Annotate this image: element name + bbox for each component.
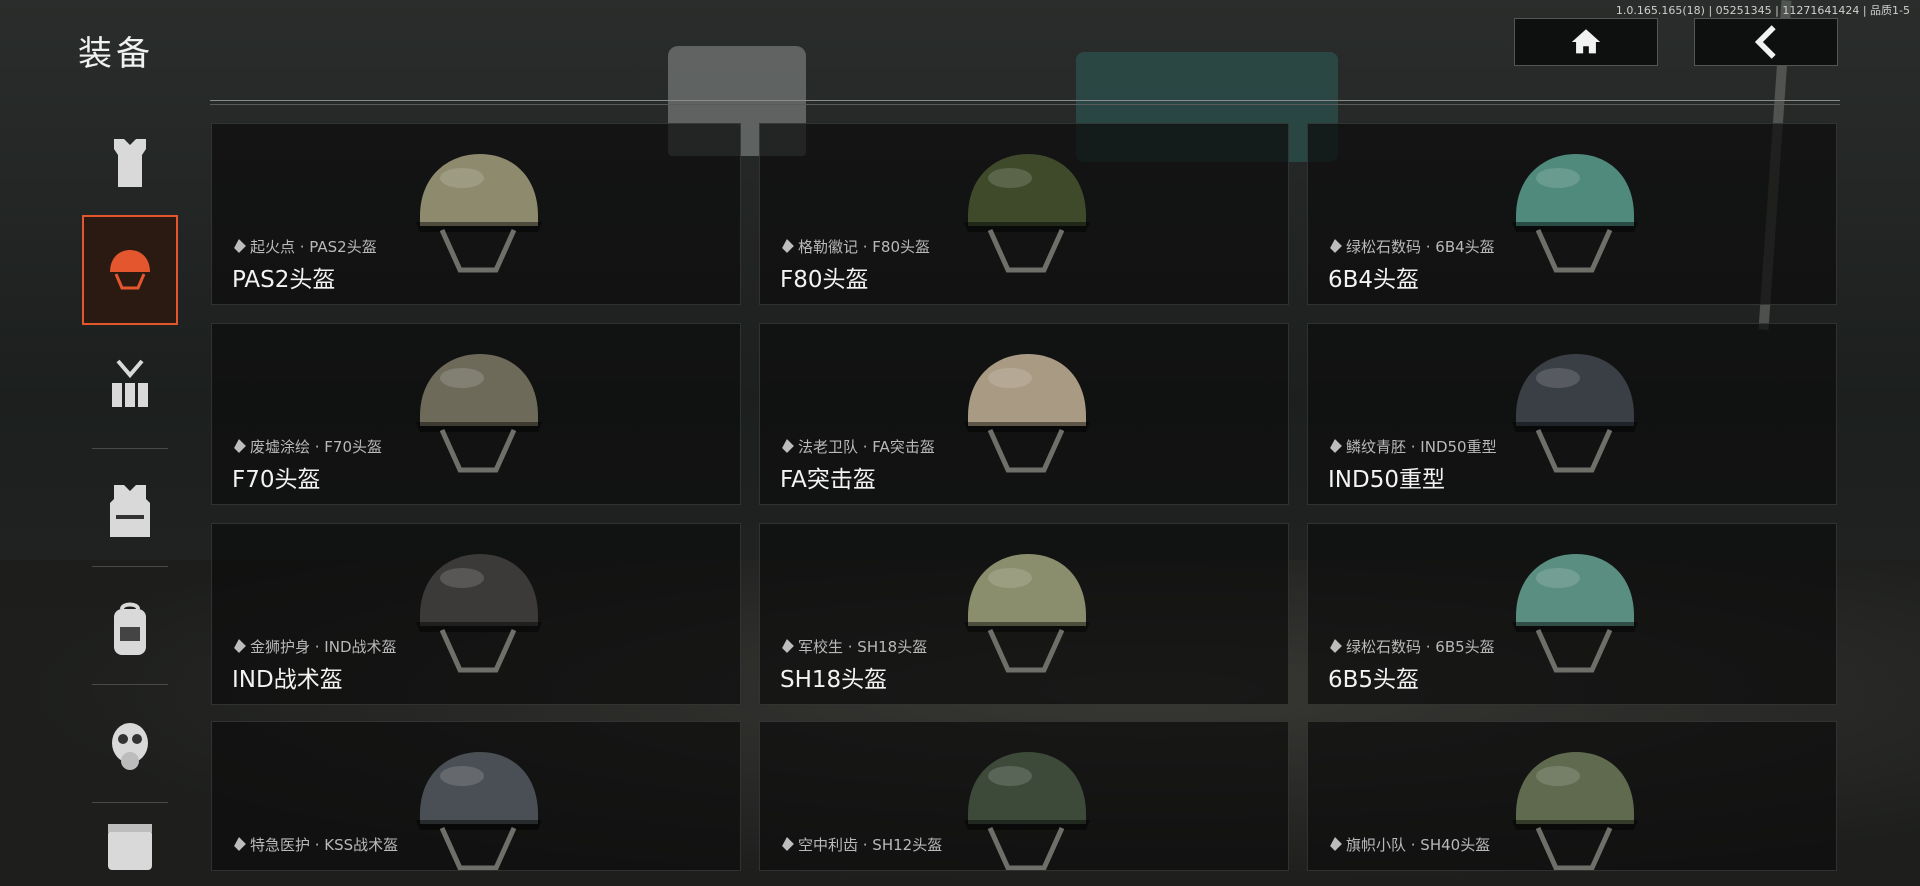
item-skin-label: 法老卫队 · FA突击盔 [782, 436, 935, 457]
tag-icon [1328, 439, 1342, 453]
helmet-image [1512, 752, 1638, 870]
sidebar-item-backpack[interactable] [82, 574, 178, 684]
sidebar-item-chest-rig[interactable] [82, 332, 178, 442]
item-name: F80头盔 [780, 267, 869, 293]
sidebar-item-helmet[interactable] [82, 215, 178, 325]
sidebar-divider [92, 448, 168, 449]
helmet-image [1512, 354, 1638, 473]
item-skin-label: 军校生 · SH18头盔 [782, 636, 927, 657]
item-skin-label: 绿松石数码 · 6B4头盔 [1330, 236, 1495, 257]
sidebar-divider [92, 802, 168, 803]
item-skin-text: 格勒徽记 · F80头盔 [798, 238, 931, 256]
tag-icon [780, 837, 794, 851]
sidebar-item-tactical-vest[interactable] [82, 456, 178, 566]
item-skin-label: 绿松石数码 · 6B5头盔 [1330, 636, 1495, 657]
item-card[interactable]: 特急医护 · KSS战术盔 [211, 721, 741, 871]
item-skin-label: 废墟涂绘 · F70头盔 [234, 436, 382, 457]
tag-icon [780, 439, 794, 453]
item-skin-label: 特急医护 · KSS战术盔 [234, 834, 398, 855]
item-skin-text: 特急医护 · KSS战术盔 [250, 836, 399, 854]
item-card[interactable]: 绿松石数码 · 6B4头盔 6B4头盔 [1307, 123, 1837, 305]
item-skin-text: 军校生 · SH18头盔 [798, 638, 928, 656]
item-skin-label: 格勒徽记 · F80头盔 [782, 236, 930, 257]
helmet-image [964, 554, 1090, 673]
item-skin-text: 法老卫队 · FA突击盔 [798, 438, 935, 456]
helmet-image [1512, 154, 1638, 273]
item-card[interactable]: 起火点 · PAS2头盔 PAS2头盔 [211, 123, 741, 305]
item-name: FA突击盔 [780, 467, 876, 493]
helmet-image [1512, 554, 1638, 673]
chevron-left-icon [1754, 25, 1776, 59]
helmet-image [416, 554, 542, 673]
item-skin-label: 旗帜小队 · SH40头盔 [1330, 834, 1490, 855]
tag-icon [1328, 837, 1342, 851]
helmet-image [964, 354, 1090, 473]
chest-rig-icon [112, 359, 148, 407]
item-skin-text: 空中利齿 · SH12头盔 [798, 836, 943, 854]
item-name: 6B5头盔 [1328, 667, 1420, 693]
tag-icon [1328, 239, 1342, 253]
tag-icon [780, 639, 794, 653]
helmet-image [416, 354, 542, 473]
helmet-image [964, 154, 1090, 273]
item-skin-label: 起火点 · PAS2头盔 [234, 236, 377, 257]
tag-icon [1328, 639, 1342, 653]
sidebar-item-container[interactable] [82, 810, 178, 886]
tag-icon [232, 639, 246, 653]
header-divider [210, 100, 1840, 105]
item-skin-label: 空中利齿 · SH12头盔 [782, 834, 942, 855]
header: 装备 1.0.165.165(18) | 05251345 | 11271641… [0, 0, 1920, 82]
gas-mask-icon [112, 723, 148, 770]
backpack-icon [114, 602, 146, 655]
sidebar-item-gas-mask[interactable] [82, 692, 178, 802]
item-skin-label: 金狮护身 · IND战术盔 [234, 636, 397, 657]
page-title: 装备 [78, 34, 154, 74]
home-button[interactable] [1514, 18, 1658, 66]
item-card[interactable]: 金狮护身 · IND战术盔 IND战术盔 [211, 523, 741, 705]
item-card[interactable]: 格勒徽记 · F80头盔 F80头盔 [759, 123, 1289, 305]
item-skin-label: 鳞纹青胚 · IND50重型 [1330, 436, 1497, 457]
item-skin-text: 起火点 · PAS2头盔 [250, 238, 377, 256]
item-name: F70头盔 [232, 467, 321, 493]
item-card[interactable]: 法老卫队 · FA突击盔 FA突击盔 [759, 323, 1289, 505]
container-icon [108, 824, 152, 870]
item-card[interactable]: 旗帜小队 · SH40头盔 [1307, 721, 1837, 871]
tag-icon [232, 439, 246, 453]
item-skin-text: 绿松石数码 · 6B5头盔 [1346, 638, 1495, 656]
helmet-image [964, 752, 1090, 870]
tag-icon [232, 837, 246, 851]
item-skin-text: 绿松石数码 · 6B4头盔 [1346, 238, 1495, 256]
item-card[interactable]: 鳞纹青胚 · IND50重型 IND50重型 [1307, 323, 1837, 505]
item-name: IND50重型 [1328, 467, 1445, 493]
helmet-image [416, 154, 542, 273]
sidebar-item-body-armor[interactable] [82, 108, 178, 218]
item-skin-text: 旗帜小队 · SH40头盔 [1346, 836, 1491, 854]
item-name: SH18头盔 [780, 667, 888, 693]
item-name: IND战术盔 [232, 667, 343, 693]
body-armor-vest-icon [114, 139, 146, 187]
home-icon [1571, 29, 1601, 54]
item-card[interactable]: 废墟涂绘 · F70头盔 F70头盔 [211, 323, 741, 505]
item-card[interactable]: 空中利齿 · SH12头盔 [759, 721, 1289, 871]
category-sidebar [0, 108, 196, 886]
tactical-vest-icon [110, 485, 150, 537]
sidebar-divider [92, 684, 168, 685]
item-skin-text: 废墟涂绘 · F70头盔 [250, 438, 383, 456]
tag-icon [232, 239, 246, 253]
item-name: PAS2头盔 [232, 267, 336, 293]
item-skin-text: 金狮护身 · IND战术盔 [250, 638, 397, 656]
item-card[interactable]: 军校生 · SH18头盔 SH18头盔 [759, 523, 1289, 705]
item-name: 6B4头盔 [1328, 267, 1420, 293]
item-skin-text: 鳞纹青胚 · IND50重型 [1346, 438, 1497, 456]
item-card[interactable]: 绿松石数码 · 6B5头盔 6B5头盔 [1307, 523, 1837, 705]
back-button[interactable] [1694, 18, 1838, 66]
helmet-icon [110, 250, 150, 290]
tag-icon [780, 239, 794, 253]
version-info: 1.0.165.165(18) | 05251345 | 11271641424… [1615, 4, 1910, 17]
helmet-image [416, 752, 542, 870]
sidebar-divider [92, 566, 168, 567]
